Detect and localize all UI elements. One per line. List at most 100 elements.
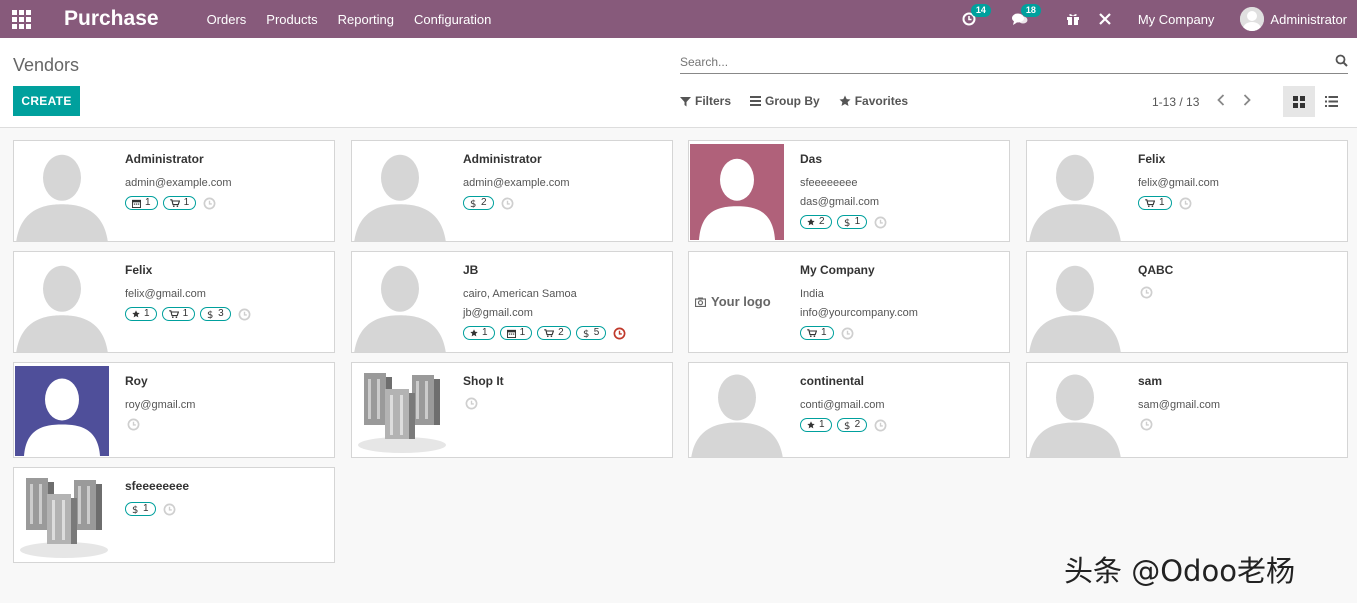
messages-badge: 18	[1020, 4, 1041, 17]
stat-badge[interactable]: $2	[836, 418, 868, 432]
stat-count: 1	[144, 308, 150, 319]
vendor-card[interactable]: Administrator admin@example.com $2	[351, 140, 673, 242]
vendor-card[interactable]: sfeeeeeeee $1	[13, 467, 335, 563]
stat-badge[interactable]: 1	[499, 326, 533, 340]
vendor-name: Administrator	[463, 152, 542, 166]
create-button[interactable]: CREATE	[13, 86, 80, 116]
vendor-avatar	[1027, 363, 1123, 457]
activity-badge: 14	[970, 4, 991, 17]
activity-clock-icon[interactable]	[1140, 286, 1153, 299]
activity-clock-icon[interactable]	[203, 197, 216, 210]
activity-clock-icon[interactable]	[1140, 418, 1153, 431]
gift-button[interactable]	[1066, 12, 1080, 26]
user-avatar[interactable]	[1240, 7, 1265, 31]
app-brand[interactable]: Purchase	[64, 7, 159, 31]
activity-clock-icon[interactable]	[874, 419, 887, 432]
activity-clock-icon[interactable]	[613, 327, 626, 340]
groupby-label: Group By	[765, 94, 820, 108]
filters-button[interactable]: Filters	[680, 94, 731, 108]
svg-text:$: $	[470, 199, 476, 208]
stat-badge[interactable]: 1	[1138, 196, 1172, 210]
pager: 1-13 / 13	[1152, 94, 1252, 109]
svg-text:$: $	[844, 421, 850, 430]
stat-badge[interactable]: $5	[575, 326, 607, 340]
menu-products[interactable]: Products	[266, 12, 317, 27]
apps-menu-icon[interactable]	[12, 8, 34, 30]
vendor-card[interactable]: Your logo My Company India info@yourcompany…	[688, 251, 1010, 353]
vendor-card[interactable]: sam sam@gmail.com	[1026, 362, 1348, 458]
search-icon[interactable]	[1335, 54, 1348, 72]
stat-badge[interactable]: 1	[161, 307, 196, 321]
activity-button[interactable]: 14	[962, 4, 991, 26]
cart-icon	[168, 310, 181, 318]
vendor-card[interactable]: Administrator admin@example.com 1 1	[13, 140, 335, 242]
star-icon	[470, 329, 480, 337]
activity-clock-icon[interactable]	[841, 327, 854, 340]
vendor-card[interactable]: continental conti@gmail.com 1 $2	[688, 362, 1010, 458]
search-input[interactable]	[680, 51, 1320, 72]
stat-badge[interactable]: 1	[800, 418, 832, 432]
vendor-detail: das@gmail.com	[800, 196, 880, 208]
favorites-button[interactable]: Favorites	[839, 94, 908, 108]
dollar-icon: $	[583, 328, 592, 338]
stat-badge[interactable]: 1	[162, 196, 197, 210]
card-details: Roy roy@gmail.cm	[125, 374, 328, 431]
favorites-label: Favorites	[854, 94, 909, 108]
stat-badge[interactable]: 1	[125, 196, 158, 210]
pager-value[interactable]: 1-13 / 13	[1152, 95, 1199, 109]
dollar-icon: $	[207, 309, 216, 319]
stat-badge[interactable]: $2	[463, 196, 494, 210]
activity-clock-icon[interactable]	[127, 418, 140, 431]
activity-clock-icon[interactable]	[238, 308, 251, 321]
stat-badge[interactable]: $1	[836, 215, 868, 229]
debug-button[interactable]	[1098, 12, 1112, 26]
groupby-button[interactable]: Group By	[750, 94, 820, 108]
vendor-name: Roy	[125, 374, 148, 388]
stat-badge[interactable]: 1	[463, 326, 495, 340]
activity-clock-icon[interactable]	[874, 216, 887, 229]
activity-clock-icon[interactable]	[465, 397, 478, 410]
stat-badge[interactable]: 1	[125, 307, 157, 321]
vendor-card[interactable]: QABC	[1026, 251, 1348, 353]
vendor-stats: 2 $1	[800, 215, 1003, 229]
kanban-view-button[interactable]	[1283, 86, 1315, 117]
vendor-stats: $2	[463, 196, 666, 210]
vendor-detail: admin@example.com	[463, 177, 570, 189]
menu-reporting[interactable]: Reporting	[338, 12, 394, 27]
stat-count: 1	[821, 327, 827, 338]
list-view-button[interactable]	[1315, 86, 1347, 117]
vendor-card[interactable]: Shop It	[351, 362, 673, 458]
stat-count: 1	[183, 197, 190, 208]
messages-button[interactable]: 18	[1011, 4, 1041, 26]
vendor-card[interactable]: Felix felix@gmail.com 1 1 $3	[13, 251, 335, 353]
stat-badge[interactable]: 1	[800, 326, 834, 340]
dollar-icon: $	[844, 217, 853, 227]
pager-next[interactable]	[1243, 94, 1252, 109]
vendor-card[interactable]: Felix felix@gmail.com 1	[1026, 140, 1348, 242]
stat-badge[interactable]: 2	[537, 326, 571, 340]
vendor-avatar	[352, 252, 448, 352]
menu-configuration[interactable]: Configuration	[414, 12, 491, 27]
company-switcher[interactable]: My Company	[1138, 12, 1215, 27]
menu-orders[interactable]: Orders	[207, 12, 247, 27]
cart-icon	[1145, 199, 1157, 207]
stat-badge[interactable]: 2	[800, 215, 832, 229]
star-icon	[132, 310, 142, 318]
user-menu[interactable]: Administrator	[1270, 12, 1347, 27]
list-icon	[750, 96, 762, 106]
pager-previous[interactable]	[1217, 94, 1225, 109]
activity-clock-icon[interactable]	[501, 197, 514, 210]
activity-clock-icon[interactable]	[1179, 197, 1192, 210]
calendar-icon	[132, 199, 143, 208]
activity-clock-icon[interactable]	[163, 503, 176, 516]
cart-icon	[169, 199, 182, 207]
card-details: Das sfeeeeeeee das@gmail.com 2 $1	[800, 152, 1003, 229]
vendor-card[interactable]: Das sfeeeeeeee das@gmail.com 2 $1	[688, 140, 1010, 242]
vendor-detail: sfeeeeeeee	[800, 177, 858, 189]
vendor-card[interactable]: JB cairo, American Samoa jb@gmail.com 1 1 2 $5	[351, 251, 673, 353]
stat-badge[interactable]: $1	[125, 502, 156, 516]
top-navbar: Purchase Orders Products Reporting Confi…	[0, 0, 1357, 38]
stat-badge[interactable]: $3	[200, 307, 231, 321]
vendor-card[interactable]: Roy roy@gmail.cm	[13, 362, 335, 458]
vendor-detail: jb@gmail.com	[463, 307, 533, 319]
